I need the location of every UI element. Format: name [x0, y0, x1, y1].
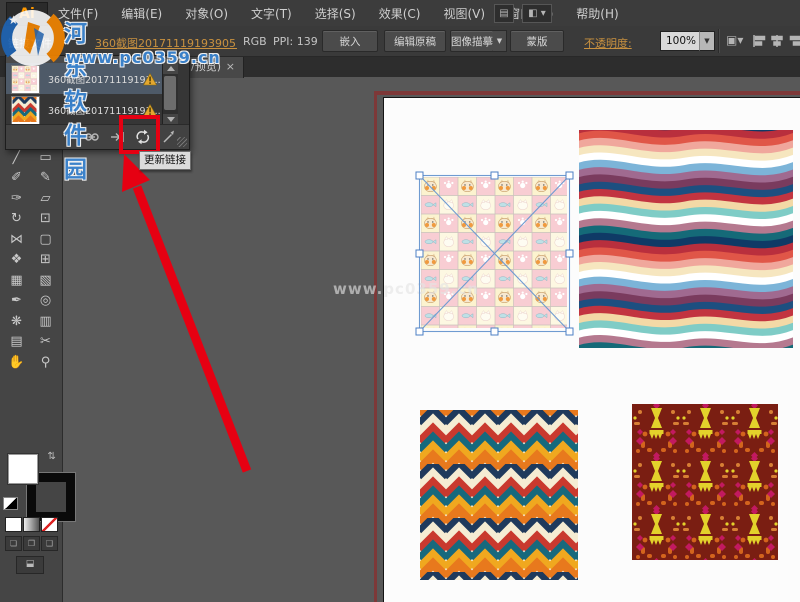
tool-shape-builder-icon[interactable]: ❖: [2, 250, 31, 271]
menu-item-1[interactable]: 编辑(E): [121, 5, 162, 22]
tool-paintbrush-icon[interactable]: ✐: [2, 168, 31, 189]
opacity-label[interactable]: 不透明度:: [584, 35, 632, 51]
missing-link-warning-icon: [143, 71, 157, 90]
color-mode-label: RGB: [243, 35, 267, 48]
menu-item-5[interactable]: 效果(C): [379, 5, 421, 22]
menu-item-3[interactable]: 文字(T): [251, 5, 292, 22]
color-mode-button[interactable]: [5, 517, 22, 532]
tool-slice-icon[interactable]: ✂: [31, 332, 60, 353]
tool-blend-icon[interactable]: ◎: [31, 291, 60, 312]
cat-pattern-thumbnail: [11, 65, 40, 94]
workspace-switcher-icon[interactable]: ◧ ▾: [522, 4, 552, 23]
app-logo[interactable]: Ai: [6, 2, 48, 26]
links-panel: ▾≡ 360截图20171119193...360截图20171119193..…: [5, 55, 190, 150]
tool-hand-icon[interactable]: ✋: [2, 352, 31, 373]
ornate-pattern-image[interactable]: [632, 404, 778, 560]
zigzag-pattern-image[interactable]: [420, 410, 578, 580]
tool-eraser-icon[interactable]: ▱: [31, 188, 60, 209]
highlight-box: [119, 115, 160, 154]
tool-rotate-icon[interactable]: ↻: [2, 209, 31, 230]
transform-reference-icon[interactable]: ▣▾: [726, 33, 743, 47]
relink-icon[interactable]: [84, 129, 100, 145]
menu-item-4[interactable]: 选择(S): [315, 5, 356, 22]
zigzag-pattern-thumbnail: [11, 96, 40, 125]
draw-behind-button[interactable]: ❐: [23, 536, 40, 551]
draw-inside-button[interactable]: ❑: [41, 536, 58, 551]
scrollbar-thumb[interactable]: [164, 76, 176, 110]
tool-artboard-icon[interactable]: ▤: [2, 332, 31, 353]
menu-item-0[interactable]: 文件(F): [58, 5, 98, 22]
links-scrollbar[interactable]: [162, 63, 178, 125]
tool-scale-icon[interactable]: ⊡: [31, 209, 60, 230]
tool-line-segment-icon[interactable]: ╱: [2, 147, 31, 168]
none-mode-button[interactable]: [41, 517, 58, 532]
opacity-dropdown-icon[interactable]: ▼: [699, 31, 715, 51]
tool-eyedropper-icon[interactable]: ✒: [2, 291, 31, 312]
screen-mode-button[interactable]: ⬓: [16, 556, 44, 574]
image-trace-dropdown-icon[interactable]: ▼: [493, 30, 507, 52]
tool-free-transform-icon[interactable]: ▢: [31, 229, 60, 250]
mask-button[interactable]: 蒙版: [510, 30, 564, 52]
tool-mesh-icon[interactable]: ▦: [2, 270, 31, 291]
default-fill-stroke-icon[interactable]: [3, 497, 18, 510]
menu-bar: Ai 文件(F)编辑(E)对象(O)文字(T)选择(S)效果(C)视图(V)窗口…: [0, 0, 800, 27]
scroll-up-button[interactable]: [163, 63, 178, 74]
link-item-row[interactable]: 360截图20171119193...: [6, 63, 178, 94]
object-type-label: 链接文件: [8, 35, 52, 51]
ppi-label: PPI: 139: [273, 35, 318, 48]
menu-item-8[interactable]: 帮助(H): [576, 5, 618, 22]
edit-original-icon[interactable]: [161, 129, 177, 145]
align-left-icon[interactable]: [752, 34, 766, 48]
panel-menu-icon[interactable]: ▾≡: [176, 55, 185, 63]
document-tab-label: /预览): [191, 57, 221, 77]
tools-grid: ╱▭✐✎✑▱↻⊡⋈▢❖⊞▦▧✒◎❋▥▤✂✋⚲: [2, 147, 60, 373]
menu-item-2[interactable]: 对象(O): [185, 5, 228, 22]
wave-pattern-image[interactable]: [579, 130, 793, 348]
tool-blob-brush-icon[interactable]: ✑: [2, 188, 31, 209]
tab-close-icon[interactable]: ×: [226, 57, 235, 77]
gradient-mode-button[interactable]: [23, 517, 40, 532]
links-panel-footer: [6, 124, 189, 149]
swap-fill-stroke-icon[interactable]: ⇄: [46, 451, 57, 459]
draw-normal-button[interactable]: ❏: [5, 536, 22, 551]
tool-width-icon[interactable]: ⋈: [2, 229, 31, 250]
bridge-icon[interactable]: ▤: [494, 4, 514, 23]
tool-rectangle-icon[interactable]: ▭: [31, 147, 60, 168]
panel-resize-grip[interactable]: [177, 137, 187, 147]
embed-button[interactable]: 嵌入: [322, 30, 378, 52]
image-trace-button[interactable]: 图像描摹: [450, 30, 494, 52]
separator: [718, 29, 720, 53]
control-bar: 链接文件 360截图20171119193905... RGB PPI: 139…: [0, 26, 800, 57]
align-right-icon[interactable]: [789, 34, 800, 48]
linked-filename[interactable]: 360截图20171119193905...: [95, 35, 237, 51]
tools-panel: ╱▭✐✎✑▱↻⊡⋈▢❖⊞▦▧✒◎❋▥▤✂✋⚲ ⇄ ❏ ❐ ❑ ⬓: [0, 77, 63, 602]
align-center-icon[interactable]: [770, 34, 784, 48]
tool-pencil-icon[interactable]: ✎: [31, 168, 60, 189]
tool-column-graph-icon[interactable]: ▥: [31, 311, 60, 332]
tool-gradient-icon[interactable]: ▧: [31, 270, 60, 291]
selection-overlay[interactable]: [415, 171, 575, 337]
edit-original-button[interactable]: 编辑原稿: [384, 30, 446, 52]
tool-perspective-grid-icon[interactable]: ⊞: [31, 250, 60, 271]
menu-item-6[interactable]: 视图(V): [443, 5, 485, 22]
illustrator-window: Ai 文件(F)编辑(E)对象(O)文字(T)选择(S)效果(C)视图(V)窗口…: [0, 0, 800, 602]
tool-symbol-sprayer-icon[interactable]: ❋: [2, 311, 31, 332]
fill-swatch[interactable]: [8, 454, 38, 484]
update-link-tooltip: 更新链接: [139, 151, 191, 170]
tool-zoom-icon[interactable]: ⚲: [31, 352, 60, 373]
